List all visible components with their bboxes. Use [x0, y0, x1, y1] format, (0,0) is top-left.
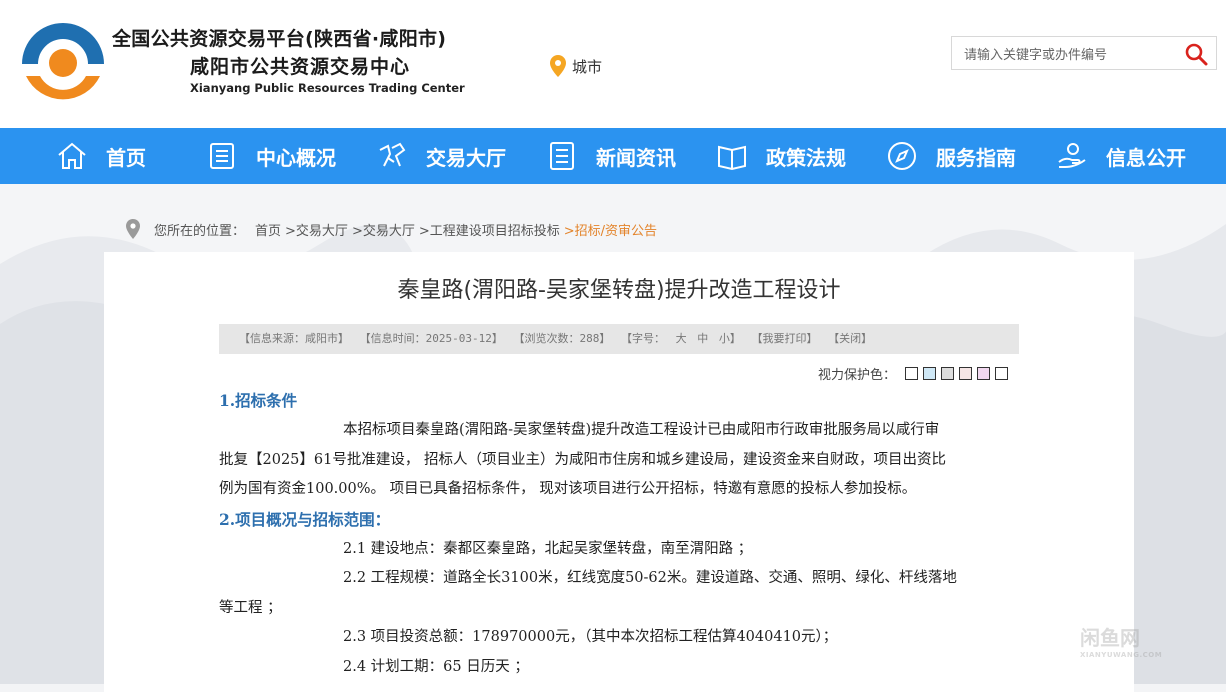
handshake-icon: [379, 142, 406, 167]
print-link[interactable]: 【我要打印】: [751, 332, 817, 345]
nav-label: 中心概况: [256, 145, 336, 170]
book-icon: [718, 145, 746, 171]
font-size-medium-link[interactable]: 中: [697, 332, 708, 345]
location-pin-icon: [550, 55, 566, 77]
nav-label: 服务指南: [936, 145, 1016, 170]
nav-item-service-guide[interactable]: 服务指南: [886, 128, 1016, 184]
color-swatch-white[interactable]: [905, 367, 919, 380]
paragraph-line: 2.3 项目投资总额：178970000元，（其中本次招标工程估算4040410…: [343, 629, 838, 645]
search-box: [951, 36, 1217, 70]
paragraph-line: 批复【2025】61号批准建设， 招标人（项目业主）为咸阳市住房和城乡建设局，建…: [219, 451, 946, 468]
color-swatch-default[interactable]: [995, 367, 1009, 380]
color-swatch-blue[interactable]: [923, 367, 937, 380]
home-icon: [58, 142, 86, 169]
site-header: 全国公共资源交易平台(陕西省·咸阳市) 咸阳市公共资源交易中心 Xianyang…: [0, 0, 1226, 128]
vision-protect-colors: 视力保护色：: [818, 364, 1009, 383]
nav-item-policy[interactable]: 政策法规: [716, 128, 846, 184]
info-time: 【信息时间：2025-03-12】: [359, 332, 503, 345]
city-selector[interactable]: 城市: [550, 55, 602, 77]
hand-icon: [1058, 143, 1086, 169]
nav-label: 新闻资讯: [596, 145, 676, 170]
color-swatch-gray[interactable]: [941, 367, 955, 380]
nav-item-trading-hall[interactable]: 交易大厅: [376, 128, 506, 184]
article-panel: 秦皇路(渭阳路-吴家堡转盘)提升改造工程设计 【信息来源：咸阳市】 【信息时间：…: [104, 252, 1134, 692]
breadcrumb-trading-hall[interactable]: >交易大厅: [285, 220, 348, 239]
info-views: 【浏览次数：288】: [513, 332, 611, 345]
nav-item-news[interactable]: 新闻资讯: [546, 128, 676, 184]
nav-label: 信息公开: [1106, 145, 1186, 170]
article-info-bar: 【信息来源：咸阳市】 【信息时间：2025-03-12】 【浏览次数：288】 …: [219, 324, 1019, 354]
search-icon[interactable]: [1184, 42, 1208, 66]
main-nav: 首页 中心概况 交易大厅 新闻资讯 政策法规 服务指南 信息公开: [0, 128, 1226, 184]
nav-item-home[interactable]: 首页: [56, 128, 146, 184]
watermark-sub: XIANYUWANG.COM: [1080, 651, 1163, 659]
org-name-line1: 全国公共资源交易平台(陕西省·咸阳市): [112, 28, 447, 50]
article-title: 秦皇路(渭阳路-吴家堡转盘)提升改造工程设计: [397, 278, 841, 303]
city-label: 城市: [572, 57, 603, 76]
close-link[interactable]: 【关闭】: [828, 332, 872, 345]
location-pin-icon: [126, 219, 140, 239]
vision-label: 视力保护色：: [818, 368, 897, 383]
paragraph-line: 2.1 建设地点：秦都区秦皇路，北起吴家堡转盘，南至渭阳路 ；: [343, 540, 753, 557]
font-size-label: 【字号：: [620, 332, 665, 345]
watermark-main: 闲鱼网: [1080, 626, 1140, 650]
nav-label: 政策法规: [766, 145, 846, 170]
breadcrumb-construction-bidding[interactable]: >工程建设项目招标投标: [419, 220, 560, 239]
nav-label: 首页: [106, 145, 146, 170]
logo-icon[interactable]: [18, 18, 108, 106]
breadcrumb-trading-hall-2[interactable]: >交易大厅: [352, 220, 415, 239]
org-name-english: Xianyang Public Resources Trading Center: [190, 81, 465, 95]
breadcrumb: 您所在的位置： 首页 >交易大厅 >交易大厅 >工程建设项目招标投标 >招标/资…: [126, 219, 657, 239]
watermark: 闲鱼网 XIANYUWANG.COM: [1080, 622, 1162, 659]
paragraph-line: 本招标项目秦皇路(渭阳路-吴家堡转盘)提升改造工程设计已由咸阳市行政审批服务局以…: [343, 422, 940, 438]
breadcrumb-prefix: 您所在的位置：: [154, 223, 246, 239]
nav-item-info-disclosure[interactable]: 信息公开: [1056, 128, 1186, 184]
breadcrumb-home[interactable]: 首页: [255, 220, 281, 239]
nav-label: 交易大厅: [426, 145, 506, 170]
compass-icon: [888, 142, 916, 170]
nav-item-center-overview[interactable]: 中心概况: [206, 128, 336, 184]
search-input[interactable]: [962, 44, 1176, 66]
font-size-small-link[interactable]: 小】: [719, 332, 741, 345]
paragraph-line: 例为国有资金100.00%。 项目已具备招标条件， 现对该项目进行公开招标，特邀…: [219, 481, 917, 497]
paragraph-line: 等工程 ；: [219, 599, 282, 616]
section-heading-2: 2.项目概况与招标范围：: [219, 509, 391, 529]
article-body: 1.招标条件 本招标项目秦皇路(渭阳路-吴家堡转盘)提升改造工程设计已由咸阳市行…: [219, 386, 1019, 682]
paragraph-line: 2.2 工程规模：道路全长3100米，红线宽度50-62米。建设道路、交通、照明…: [343, 570, 957, 586]
org-name-line2: 咸阳市公共资源交易中心: [190, 56, 411, 78]
section-heading-1: 1.招标条件: [219, 391, 298, 410]
color-swatch-pink[interactable]: [959, 367, 973, 380]
paragraph-line: 2.4 计划工期：65 日历天 ；: [343, 658, 529, 675]
breadcrumb-current[interactable]: >招标/资审公告: [564, 220, 657, 239]
document-icon: [210, 143, 234, 169]
font-size-large-link[interactable]: 大: [676, 332, 687, 345]
list-icon: [550, 142, 574, 170]
info-source: 【信息来源：咸阳市】: [239, 332, 349, 345]
color-swatch-purple[interactable]: [977, 367, 991, 380]
